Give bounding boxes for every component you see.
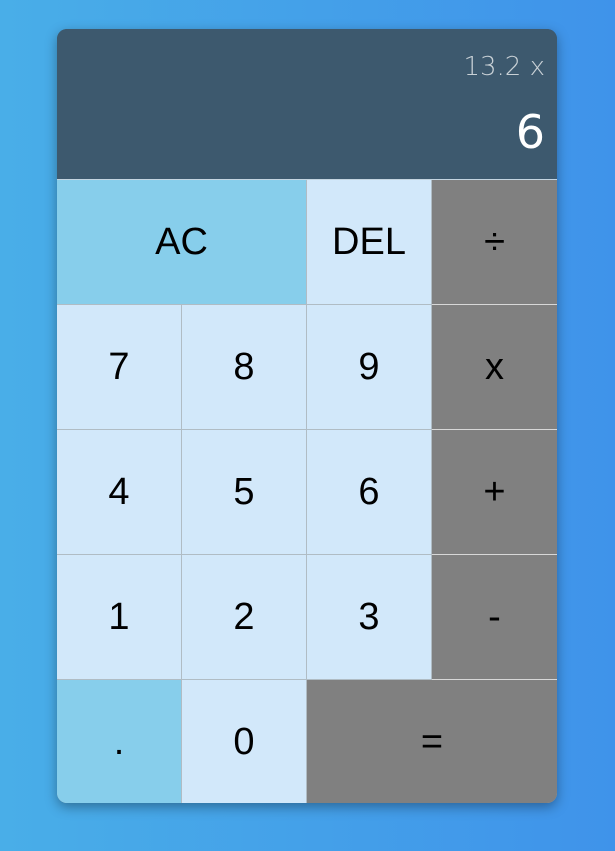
keypad: AC DEL ÷ 7 8 9 x 4 5 6 + 1 2 3 - . 0 = (57, 180, 557, 803)
all-clear-button[interactable]: AC (57, 180, 307, 305)
digit-0-button[interactable]: 0 (182, 680, 307, 803)
minus-button[interactable]: - (432, 555, 557, 680)
digit-7-button[interactable]: 7 (57, 305, 182, 430)
digit-6-button[interactable]: 6 (307, 430, 432, 555)
digit-2-button[interactable]: 2 (182, 555, 307, 680)
display: 13.2 x 6 (57, 29, 557, 180)
digit-5-button[interactable]: 5 (182, 430, 307, 555)
multiply-button[interactable]: x (432, 305, 557, 430)
delete-button[interactable]: DEL (307, 180, 432, 305)
plus-button[interactable]: + (432, 430, 557, 555)
digit-8-button[interactable]: 8 (182, 305, 307, 430)
equals-button[interactable]: = (307, 680, 557, 803)
current-operand: 6 (515, 105, 545, 159)
digit-3-button[interactable]: 3 (307, 555, 432, 680)
calculator: 13.2 x 6 AC DEL ÷ 7 8 9 x 4 5 6 + 1 2 3 … (57, 29, 557, 803)
digit-9-button[interactable]: 9 (307, 305, 432, 430)
previous-operand: 13.2 x (463, 52, 545, 82)
digit-1-button[interactable]: 1 (57, 555, 182, 680)
digit-4-button[interactable]: 4 (57, 430, 182, 555)
divide-button[interactable]: ÷ (432, 180, 557, 305)
decimal-point-button[interactable]: . (57, 680, 182, 803)
